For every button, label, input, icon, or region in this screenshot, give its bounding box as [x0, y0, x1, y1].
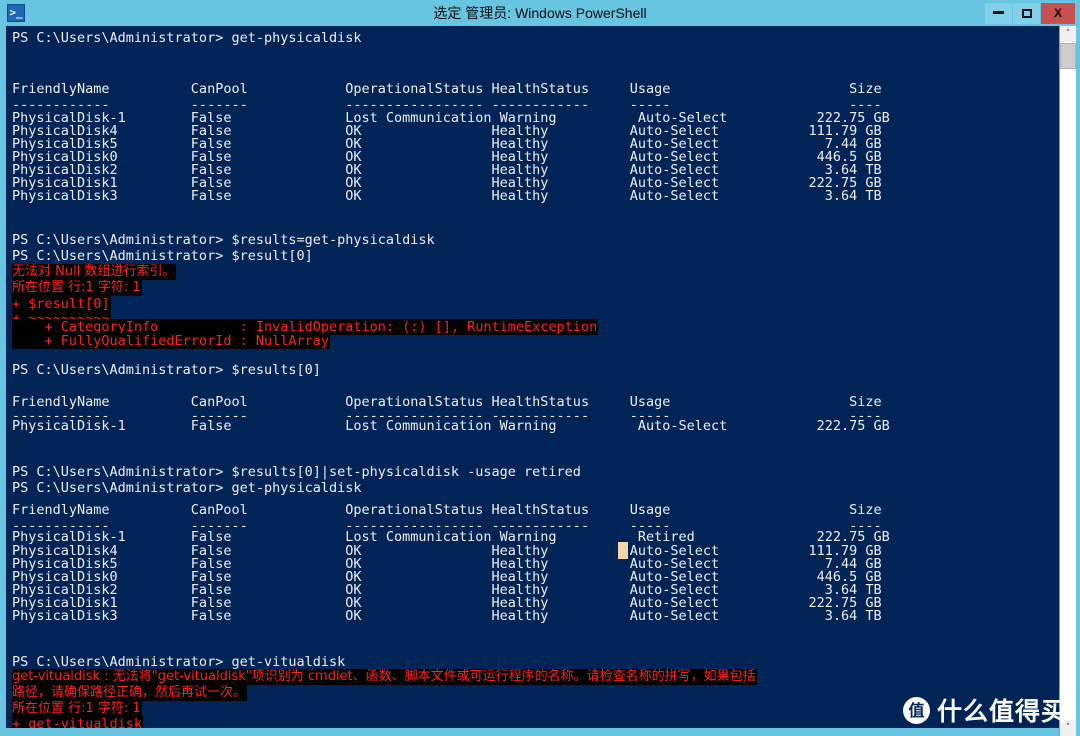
console-line: get-vitualdisk : 无法将"get-vitualdisk"项识别为…: [12, 669, 757, 685]
scroll-down-arrow-icon[interactable]: ˅: [1060, 720, 1076, 736]
title-bar[interactable]: >_ 选定 管理员: Windows PowerShell X: [0, 0, 1080, 26]
console-line: PS C:\Users\Administrator> get-physicald…: [12, 30, 362, 46]
console-line: FriendlyName CanPool OperationalStatus H…: [12, 502, 882, 518]
console-line: FriendlyName CanPool OperationalStatus H…: [12, 81, 882, 97]
console-line: 所在位置 行:1 字符: 1: [12, 701, 142, 717]
maximize-icon: [1021, 8, 1032, 18]
console-line: PS C:\Users\Administrator> $results[0]: [12, 362, 321, 378]
vertical-scrollbar[interactable]: ˄ ˅: [1059, 26, 1076, 736]
console-line: 所在位置 行:1 字符: 1: [12, 280, 142, 296]
minimize-button[interactable]: [985, 3, 1012, 24]
console-line: + get-vitualdisk: [12, 716, 144, 728]
minimize-icon: [993, 11, 1004, 15]
console-output-area[interactable]: PS C:\Users\Administrator> get-physicald…: [6, 26, 1059, 728]
window-title: 选定 管理员: Windows PowerShell: [433, 5, 647, 21]
console-line: PS C:\Users\Administrator> $result[0]: [12, 248, 313, 264]
console-line: PhysicalDisk3 False OK Healthy Auto-Sele…: [12, 188, 882, 204]
console-line: + FullyQualifiedErrorId : NullArray: [12, 333, 330, 349]
console-line: PS C:\Users\Administrator> $results=get-…: [12, 232, 435, 248]
console-frame: PS C:\Users\Administrator> get-physicald…: [0, 26, 1080, 736]
console-line: PhysicalDisk-1 False Lost Communication …: [12, 418, 890, 434]
text-cursor: [618, 542, 628, 559]
console-line: PS C:\Users\Administrator> get-physicald…: [12, 480, 362, 496]
powershell-window: >_ 选定 管理员: Windows PowerShell X PS C:\Us…: [0, 0, 1080, 736]
console-line: PS C:\Users\Administrator> get-vitualdis…: [12, 654, 346, 670]
maximize-button[interactable]: [1013, 3, 1040, 24]
close-button[interactable]: X: [1041, 3, 1075, 24]
console-line: PhysicalDisk3 False OK Healthy Auto-Sele…: [12, 608, 882, 624]
console-text-buffer: PS C:\Users\Administrator> get-physicald…: [6, 26, 1059, 728]
console-line: 无法对 Null 数组进行索引。: [12, 264, 177, 280]
console-line: 路径，请确保路径正确，然后再试一次。: [12, 685, 248, 701]
console-line: PS C:\Users\Administrator> $results[0]|s…: [12, 464, 581, 480]
scrollbar-thumb[interactable]: [1060, 43, 1076, 69]
scroll-up-arrow-icon[interactable]: ˄: [1060, 26, 1076, 42]
